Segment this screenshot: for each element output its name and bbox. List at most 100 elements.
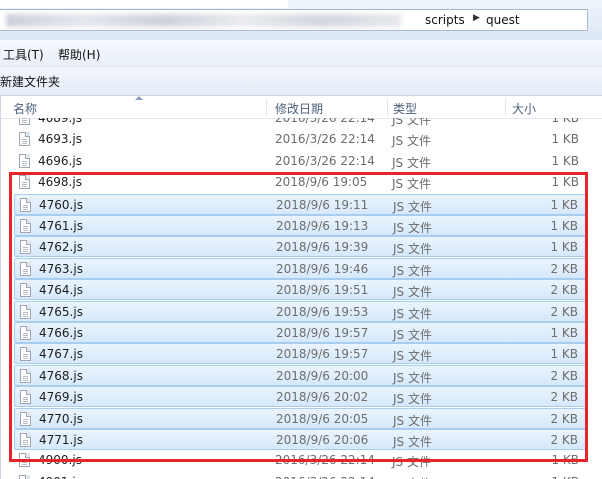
file-row[interactable]: 4768.js 2018/9/6 20:00 JS 文件 2 KB	[14, 364, 587, 386]
file-date: 2016/3/26 22:14	[275, 453, 375, 468]
file-size: 2 KB	[550, 411, 578, 426]
file-name: 4693.js	[38, 132, 82, 147]
file-date: 2018/9/6 20:02	[276, 390, 369, 405]
file-name: 4768.js	[39, 368, 83, 383]
window-edge	[0, 0, 288, 8]
column-date[interactable]: 修改日期	[275, 100, 323, 117]
file-size: 1 KB	[550, 240, 578, 255]
file-row[interactable]: 4900.js 2016/3/26 22:14 JS 文件 1 KB	[14, 450, 587, 471]
file-size: 2 KB	[550, 261, 578, 276]
file-name: 4760.js	[39, 197, 83, 212]
menu-tools[interactable]: 工具(T)	[3, 46, 44, 63]
sort-ascending-icon	[135, 96, 143, 100]
js-file-icon	[20, 390, 31, 405]
breadcrumb-quest[interactable]: quest	[486, 13, 520, 27]
file-row[interactable]: 4769.js 2018/9/6 20:02 JS 文件 2 KB	[14, 386, 587, 408]
column-type[interactable]: 类型	[393, 100, 417, 117]
file-date: 2018/9/6 20:00	[276, 368, 369, 383]
file-name: 4771.js	[39, 433, 83, 447]
js-file-icon	[20, 347, 31, 362]
file-type: JS 文件	[392, 118, 431, 127]
js-file-icon	[20, 219, 31, 233]
file-date: 2016/3/26 22:14	[275, 153, 375, 168]
js-file-icon	[19, 153, 30, 168]
file-type: JS 文件	[393, 349, 432, 364]
file-type: JS 文件	[392, 134, 431, 149]
file-row[interactable]: 4901.js 2016/3/26 22:14 JS 文件 1 KB	[14, 472, 587, 479]
file-date: 2018/9/6 19:46	[276, 261, 369, 276]
new-folder-button[interactable]: 新建文件夹	[0, 73, 60, 90]
file-row[interactable]: 4696.js 2016/3/26 22:14 JS 文件 1 KB	[14, 151, 587, 172]
file-name: 4696.js	[38, 153, 82, 168]
file-row[interactable]: 4764.js 2018/9/6 19:51 JS 文件 2 KB	[14, 279, 587, 301]
file-row[interactable]: 4698.js 2018/9/6 19:05 JS 文件 1 KB	[14, 172, 587, 193]
menu-help[interactable]: 帮助(H)	[58, 46, 100, 63]
file-row[interactable]: 4767.js 2018/9/6 19:57 JS 文件 1 KB	[14, 343, 587, 365]
file-size: 2 KB	[550, 304, 578, 319]
file-row[interactable]: 4763.js 2018/9/6 19:46 JS 文件 2 KB	[14, 257, 587, 279]
column-divider[interactable]	[387, 98, 388, 116]
file-type: JS 文件	[393, 242, 432, 257]
column-name[interactable]: 名称	[13, 100, 37, 117]
column-size[interactable]: 大小	[512, 100, 536, 117]
breadcrumb-scripts[interactable]: scripts	[425, 13, 465, 27]
file-size: 2 KB	[550, 433, 578, 447]
file-row[interactable]: 4760.js 2018/9/6 19:11 JS 文件 1 KB	[14, 193, 587, 215]
column-header: 名称 修改日期 类型 大小	[0, 96, 602, 119]
file-date: 2018/9/6 20:05	[276, 411, 369, 426]
column-divider[interactable]	[266, 98, 267, 116]
file-date: 2018/9/6 20:06	[276, 433, 369, 447]
file-size: 1 KB	[551, 175, 579, 190]
file-type: JS 文件	[392, 155, 431, 170]
file-name: 4766.js	[39, 326, 83, 340]
file-name: 4769.js	[39, 390, 83, 405]
file-name: 4761.js	[39, 219, 83, 233]
file-name: 4764.js	[39, 283, 83, 298]
file-type: JS 文件	[393, 306, 432, 321]
file-size: 1 KB	[551, 153, 579, 168]
file-date: 2018/9/6 19:57	[276, 347, 369, 362]
breadcrumb-separator-icon[interactable]: ▶	[473, 13, 480, 23]
file-row[interactable]: 4765.js 2018/9/6 19:53 JS 文件 2 KB	[14, 300, 587, 322]
file-date: 2016/3/26 22:14	[275, 475, 375, 479]
js-file-icon	[19, 453, 30, 468]
file-row[interactable]: 4771.js 2018/9/6 20:06 JS 文件 2 KB	[14, 429, 587, 450]
js-file-icon	[20, 368, 31, 383]
file-size: 1 KB	[551, 132, 579, 147]
file-size: 1 KB	[551, 475, 579, 479]
file-date: 2018/9/6 19:11	[276, 197, 369, 212]
file-type: JS 文件	[393, 263, 432, 278]
js-file-icon	[20, 197, 31, 212]
js-file-icon	[19, 132, 30, 147]
file-size: 1 KB	[550, 326, 578, 340]
file-name: 4900.js	[38, 453, 82, 468]
file-name: 4770.js	[39, 411, 83, 426]
file-date: 2018/9/6 19:05	[275, 175, 368, 190]
js-file-icon	[19, 118, 30, 125]
js-file-icon	[20, 304, 31, 319]
column-divider[interactable]	[505, 98, 506, 116]
js-file-icon	[20, 326, 31, 340]
file-date: 2018/9/6 19:13	[276, 219, 369, 233]
file-row[interactable]: 4762.js 2018/9/6 19:39 JS 文件 1 KB	[14, 236, 587, 258]
js-file-icon	[19, 175, 30, 190]
js-file-icon	[19, 474, 30, 479]
file-row[interactable]: 4770.js 2018/9/6 20:05 JS 文件 2 KB	[14, 407, 587, 429]
js-file-icon	[20, 433, 31, 447]
file-row[interactable]: 4689.js 2016/3/26 22:14 JS 文件 1 KB	[14, 118, 587, 129]
file-size: 2 KB	[550, 368, 578, 383]
file-date: 2018/9/6 19:57	[276, 326, 369, 340]
file-row[interactable]: 4766.js 2018/9/6 19:57 JS 文件 1 KB	[14, 322, 587, 343]
file-size: 1 KB	[551, 118, 579, 125]
js-file-icon	[20, 283, 31, 298]
file-list: 4689.js 2016/3/26 22:14 JS 文件 1 KB 4693.js 20…	[0, 118, 602, 479]
file-row[interactable]: 4761.js 2018/9/6 19:13 JS 文件 1 KB	[14, 215, 587, 236]
file-name: 4763.js	[39, 261, 83, 276]
file-row[interactable]: 4693.js 2016/3/26 22:14 JS 文件 1 KB	[14, 129, 587, 150]
blurred-path	[6, 14, 401, 27]
file-date: 2016/3/26 22:14	[275, 118, 375, 125]
file-name: 4767.js	[39, 347, 83, 362]
address-bar[interactable]: scripts ▶ quest	[0, 9, 588, 31]
file-name: 4901.js	[38, 475, 82, 479]
file-type: JS 文件	[392, 455, 431, 470]
